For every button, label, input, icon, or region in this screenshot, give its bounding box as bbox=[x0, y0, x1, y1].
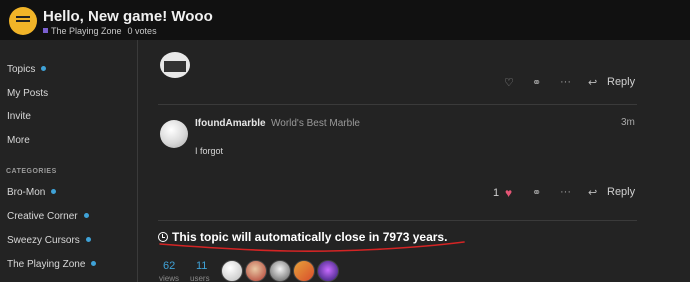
previous-post-avatar[interactable] bbox=[160, 52, 190, 78]
unread-dot bbox=[83, 213, 89, 218]
sidebar-item-sweezy-cursors[interactable]: Sweezy Cursors bbox=[7, 235, 91, 246]
category-color-badge bbox=[43, 28, 48, 33]
participant-avatar[interactable] bbox=[245, 260, 267, 282]
post-body: I forgot bbox=[195, 146, 224, 156]
sidebar-item-the-playing-zone[interactable]: The Playing Zone bbox=[7, 259, 97, 270]
participant-avatar[interactable] bbox=[269, 260, 291, 282]
link-icon[interactable]: ⚭ bbox=[532, 76, 541, 89]
avatar[interactable] bbox=[160, 120, 188, 148]
participant-avatar[interactable] bbox=[221, 260, 243, 282]
topic-main: ♡ ⚭ ··· ↩ Reply IfoundAmarble World's Be… bbox=[139, 40, 690, 282]
ellipsis-icon[interactable]: ··· bbox=[560, 76, 571, 88]
unread-dot bbox=[91, 261, 97, 266]
categories-heading: CATEGORIES bbox=[6, 168, 57, 175]
topic-title[interactable]: Hello, New game! Wooo bbox=[43, 8, 213, 25]
link-icon[interactable]: ⚭ bbox=[532, 186, 541, 199]
unread-dot bbox=[41, 66, 47, 71]
unread-dot bbox=[51, 189, 57, 194]
participant-avatar[interactable] bbox=[317, 260, 339, 282]
topic-meta: The Playing Zone 0 votes bbox=[43, 26, 157, 36]
unread-dot bbox=[85, 237, 91, 242]
post-actions: ⚭ ··· ↩ Reply bbox=[499, 186, 639, 202]
sidebar: Topics My Posts Invite More CATEGORIES B… bbox=[0, 40, 138, 282]
reply-arrow-icon[interactable]: ↩ bbox=[588, 76, 597, 89]
category-link[interactable]: The Playing Zone bbox=[51, 26, 122, 36]
ellipsis-icon[interactable]: ··· bbox=[560, 186, 571, 198]
reply-button[interactable]: Reply bbox=[607, 186, 635, 198]
sidebar-item-bro-mon[interactable]: Bro-Mon bbox=[7, 187, 57, 198]
post-username[interactable]: IfoundAmarble bbox=[195, 118, 266, 129]
reply-button[interactable]: Reply bbox=[607, 76, 635, 88]
reply-arrow-icon[interactable]: ↩ bbox=[588, 186, 597, 199]
users-count: 11 bbox=[196, 260, 208, 272]
sidebar-item-more[interactable]: More bbox=[7, 135, 30, 146]
site-header: Hello, New game! Wooo The Playing Zone 0 … bbox=[0, 0, 690, 40]
sidebar-item-invite[interactable]: Invite bbox=[7, 111, 31, 122]
heart-outline-icon[interactable]: ♡ bbox=[504, 76, 514, 89]
sidebar-item-my-posts[interactable]: My Posts bbox=[7, 88, 48, 99]
red-underline-annotation bbox=[159, 241, 465, 252]
post-divider bbox=[158, 220, 637, 221]
previous-post-actions: ♡ ⚭ ··· ↩ Reply bbox=[499, 76, 639, 92]
users-label: users bbox=[190, 274, 210, 282]
sidebar-item-topics[interactable]: Topics bbox=[7, 64, 47, 75]
topic-stats: 62 views 11 users bbox=[158, 260, 258, 282]
sidebar-item-creative-corner[interactable]: Creative Corner bbox=[7, 211, 89, 222]
votes-count: 0 votes bbox=[127, 26, 157, 36]
speech-bubble-icon[interactable] bbox=[9, 7, 37, 35]
participant-avatar[interactable] bbox=[293, 260, 315, 282]
views-label: views bbox=[159, 274, 180, 282]
post-date[interactable]: 3m bbox=[621, 117, 635, 128]
views-count: 62 bbox=[163, 260, 176, 272]
post-user-title: World's Best Marble bbox=[271, 118, 360, 129]
post-divider bbox=[158, 104, 637, 105]
